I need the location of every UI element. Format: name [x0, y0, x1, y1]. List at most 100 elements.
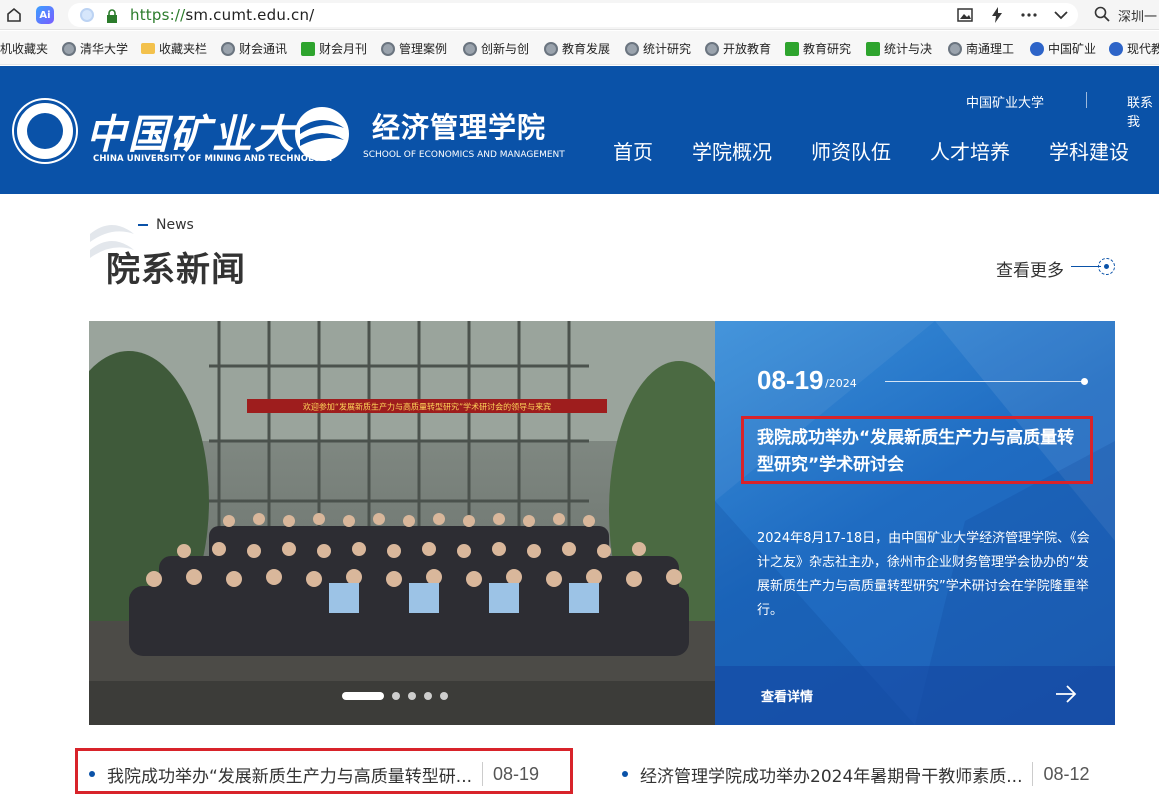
news-list-item[interactable]: 经济管理学院成功举办2024年暑期骨干教师素质... 08-12	[622, 762, 1090, 787]
favicon-icon	[544, 41, 558, 56]
lock-icon	[106, 8, 118, 23]
view-more-link[interactable]: 查看更多	[996, 256, 1064, 281]
banner-text: 欢迎参加“发展新质生产力与高质量转型研究”学术研讨会的领导与来宾	[303, 402, 551, 412]
nav-disciplines[interactable]: 学科建设	[1049, 136, 1129, 165]
highlight-box-feature	[741, 416, 1093, 484]
bookmark-item[interactable]: 中国矿业	[1030, 40, 1096, 57]
bookmark-item[interactable]: 机收藏夹	[0, 40, 48, 57]
bookmark-label: 收藏夹栏	[159, 42, 208, 56]
bookmark-label: 财会月刊	[319, 42, 368, 56]
view-more-line	[1071, 266, 1101, 267]
nav-home[interactable]: 首页	[613, 136, 653, 165]
carousel-photo[interactable]: 欢迎参加“发展新质生产力与高质量转型研究”学术研讨会的领导与来宾	[89, 321, 715, 725]
bookmark-item[interactable]: 教育研究	[785, 40, 851, 57]
school-logo-icon[interactable]	[292, 104, 352, 164]
feature-date-dot	[1081, 378, 1088, 385]
favicon-icon	[625, 41, 639, 56]
favicon-icon	[1030, 41, 1044, 56]
view-detail-link[interactable]: 查看详情	[761, 686, 813, 705]
group-photo-image: 欢迎参加“发展新质生产力与高质量转型研究”学术研讨会的领导与来宾	[89, 321, 715, 725]
school-name-en: SCHOOL OF ECONOMICS AND MANAGEMENT	[363, 150, 565, 160]
bookmark-label: 教育研究	[803, 42, 852, 56]
bookmark-label: 统计研究	[643, 42, 692, 56]
carousel-dot-4[interactable]	[424, 692, 432, 700]
nav-faculty[interactable]: 师资队伍	[811, 136, 891, 165]
reader-mode-icon[interactable]	[956, 6, 974, 24]
nav-education[interactable]: 人才培养	[930, 136, 1010, 165]
url-text[interactable]: https://sm.cumt.edu.cn/	[130, 6, 314, 24]
bookmark-label: 管理案例	[399, 42, 448, 56]
news-en-text: News	[156, 217, 194, 233]
carousel-dot-5[interactable]	[440, 692, 448, 700]
bookmark-item[interactable]: 创新与创	[463, 40, 529, 57]
bookmark-item[interactable]: 南通理工	[948, 40, 1014, 57]
highlight-box-list	[75, 748, 573, 794]
favicon-icon	[301, 41, 315, 56]
carousel-dot-3[interactable]	[408, 692, 416, 700]
section-title: 院系新闻	[106, 250, 246, 290]
more-options-icon[interactable]	[1020, 6, 1038, 24]
top-link-divider	[1086, 92, 1087, 108]
bookmark-item[interactable]: 财会通讯	[221, 40, 287, 57]
favicon-icon	[785, 41, 799, 56]
favicon-icon	[62, 41, 76, 56]
bookmark-item[interactable]: 教育发展	[544, 40, 610, 57]
feature-summary: 2024年8月17-18日，由中国矿业大学经济管理学院、《会计之友》杂志社主办，…	[757, 531, 1090, 618]
list-divider	[1032, 762, 1034, 786]
bookmark-label: 创新与创	[481, 42, 530, 56]
top-link-contact[interactable]: 联系我	[1127, 92, 1159, 130]
bookmark-label: 中国矿业	[1048, 42, 1097, 56]
bookmark-label: 现代教	[1127, 42, 1159, 56]
bookmark-label: 财会通讯	[239, 42, 288, 56]
bookmark-label: 南通理工	[966, 42, 1015, 56]
bookmark-label: 开放教育	[723, 42, 772, 56]
search-input[interactable]: 深圳一	[1118, 6, 1157, 25]
search-icon[interactable]	[1094, 6, 1110, 22]
url-scheme: https://	[130, 6, 186, 24]
bookmark-item[interactable]: 清华大学	[62, 40, 128, 57]
bookmark-item[interactable]: 统计与决	[866, 40, 932, 57]
arrow-right-icon[interactable]	[1055, 684, 1077, 704]
carousel-dot-1[interactable]	[342, 692, 384, 700]
bookmark-label: 机收藏夹	[0, 42, 49, 56]
bookmarks-bar: 机收藏夹 清华大学 收藏夹栏 财会通讯 财会月刊 管理案例 创新与创 教育发展 统计研究 开放教育…	[0, 31, 1159, 65]
view-more-dot-icon[interactable]	[1098, 258, 1115, 275]
folder-icon	[141, 43, 155, 54]
address-bar: Ai https://sm.cumt.edu.cn/ 深圳一	[0, 0, 1159, 30]
top-link-cumt[interactable]: 中国矿业大学	[966, 92, 1044, 111]
school-name-cn[interactable]: 经济管理学院	[372, 106, 546, 146]
url-host: sm.cumt.edu.cn/	[185, 6, 315, 24]
bookmark-item[interactable]: 管理案例	[381, 40, 447, 57]
bookmark-item[interactable]: 收藏夹栏	[141, 40, 207, 57]
feature-date: 08-19	[757, 365, 824, 395]
bookmark-item[interactable]: 财会月刊	[301, 40, 367, 57]
bookmark-label: 清华大学	[80, 42, 129, 56]
nav-about[interactable]: 学院概况	[692, 136, 772, 165]
favicon-icon	[1109, 41, 1123, 56]
news-list-title[interactable]: 经济管理学院成功举办2024年暑期骨干教师素质...	[640, 762, 1022, 787]
bookmark-label: 教育发展	[562, 42, 611, 56]
list-bullet	[622, 771, 628, 777]
carousel-dot-2[interactable]	[392, 692, 400, 700]
bookmark-item[interactable]: 开放教育	[705, 40, 771, 57]
site-header: 中国矿业大学 CHINA UNIVERSITY OF MINING AND TE…	[0, 66, 1159, 194]
carousel-pagination	[342, 692, 448, 700]
bookmark-item[interactable]: 统计研究	[625, 40, 691, 57]
favicon-icon	[948, 41, 962, 56]
home-icon[interactable]	[6, 7, 22, 23]
site-favicon-icon	[80, 8, 94, 22]
bookmark-item[interactable]: 现代教	[1109, 40, 1159, 57]
featured-news-panel: 08-19 /2024 我院成功举办“发展新质生产力与高质量转型研究”学术研讨会…	[715, 321, 1115, 725]
ai-assistant-icon[interactable]: Ai	[36, 6, 54, 24]
university-seal-logo[interactable]	[14, 100, 76, 162]
news-en-label: News	[138, 217, 194, 233]
lightning-icon[interactable]	[988, 6, 1006, 24]
favicon-icon	[381, 41, 395, 56]
feature-date-line	[885, 381, 1083, 382]
chevron-down-icon[interactable]	[1052, 6, 1070, 24]
favicon-icon	[221, 41, 235, 56]
favicon-icon	[463, 41, 477, 56]
favicon-icon	[705, 41, 719, 56]
feature-detail-bar[interactable]: 查看详情	[715, 666, 1115, 725]
news-list-date: 08-12	[1043, 763, 1090, 784]
